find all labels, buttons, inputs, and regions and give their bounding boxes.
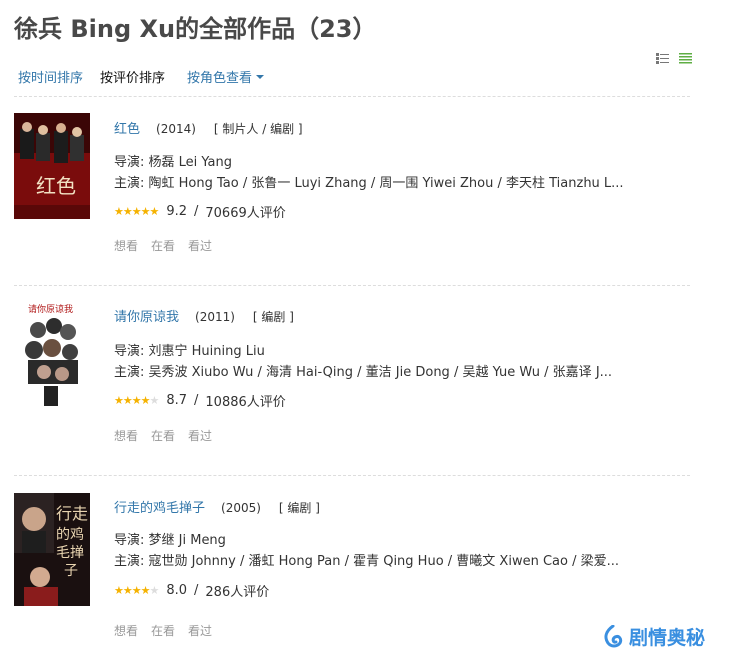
want-to-watch-button[interactable]: 想看 bbox=[114, 237, 138, 254]
rating-separator: / bbox=[194, 393, 199, 408]
work-actions: 想看 在看 看过 bbox=[114, 427, 212, 444]
rating-score: 8.0 bbox=[166, 583, 188, 598]
watched-button[interactable]: 看过 bbox=[188, 427, 212, 444]
work-roles: [ 编剧 ] bbox=[278, 501, 320, 515]
rating-separator: / bbox=[194, 583, 199, 598]
poster-image[interactable]: 请你原谅我 bbox=[14, 300, 90, 406]
want-to-watch-button[interactable]: 想看 bbox=[114, 427, 138, 444]
view-by-role-dropdown[interactable]: 按角色查看 bbox=[187, 67, 265, 86]
work-actions: 想看 在看 看过 bbox=[114, 622, 212, 639]
rating-score: 8.7 bbox=[166, 393, 188, 408]
sort-bar: 按时间排序 按评价排序 按角色查看 bbox=[18, 67, 265, 86]
poster-image[interactable]: 行走 的鸡 毛掸 子 bbox=[14, 493, 90, 606]
detail-view-icon[interactable] bbox=[679, 53, 692, 64]
divider bbox=[14, 96, 690, 97]
work-year: (2005) bbox=[221, 501, 261, 515]
work-title-link[interactable]: 行走的鸡毛掸子 bbox=[114, 501, 205, 516]
rating-separator: / bbox=[194, 204, 199, 219]
view-toggle bbox=[656, 53, 692, 64]
watched-button[interactable]: 看过 bbox=[188, 622, 212, 639]
watching-button[interactable]: 在看 bbox=[151, 427, 175, 444]
work-rating: ★★★★★ 8.7 / 10886人评价 bbox=[114, 391, 286, 410]
poster-image[interactable]: 红色 bbox=[14, 113, 90, 219]
work-title-line: 红色 (2014) [ 制片人 / 编剧 ] bbox=[114, 118, 303, 137]
watermark-text: 剧情奥秘 bbox=[629, 627, 706, 649]
work-director: 导演: 杨磊 Lei Yang bbox=[114, 155, 233, 170]
watching-button[interactable]: 在看 bbox=[151, 622, 175, 639]
rating-votes: 70669人评价 bbox=[205, 206, 286, 221]
svg-text:行走: 行走 bbox=[56, 504, 88, 523]
work-rating: ★★★★★ 8.0 / 286人评价 bbox=[114, 581, 269, 600]
rating-score: 9.2 bbox=[166, 204, 187, 219]
svg-text:的鸡: 的鸡 bbox=[56, 526, 84, 543]
work-roles: [ 制片人 / 编剧 ] bbox=[213, 122, 303, 136]
sort-by-rating-link[interactable]: 按评价排序 bbox=[100, 67, 165, 86]
rating-votes: 286人评价 bbox=[205, 585, 270, 600]
work-title-line: 请你原谅我 (2011) [ 编剧 ] bbox=[114, 306, 294, 325]
rating-votes: 10886人评价 bbox=[205, 395, 286, 410]
svg-text:请你原谅我: 请你原谅我 bbox=[28, 303, 73, 315]
caret-down-icon bbox=[256, 74, 265, 79]
svg-text:毛掸: 毛掸 bbox=[56, 545, 84, 561]
work-year: (2014) bbox=[156, 122, 196, 136]
work-cast: 主演: 寇世勋 Johnny / 潘虹 Hong Pan / 霍青 Qing H… bbox=[114, 554, 619, 569]
svg-text:子: 子 bbox=[64, 563, 78, 579]
divider bbox=[14, 285, 690, 286]
watching-button[interactable]: 在看 bbox=[151, 237, 175, 254]
watermark: 剧情奥秘 bbox=[602, 623, 705, 650]
work-director: 导演: 刘惠宁 Huining Liu bbox=[114, 344, 265, 359]
work-title-link[interactable]: 红色 bbox=[114, 122, 140, 137]
watched-button[interactable]: 看过 bbox=[188, 237, 212, 254]
divider bbox=[14, 475, 690, 476]
rating-stars-icon: ★★★★★ bbox=[114, 584, 159, 597]
rating-stars-icon: ★★★★★ bbox=[114, 205, 159, 218]
work-director: 导演: 梦继 Ji Meng bbox=[114, 533, 226, 548]
svg-text:红色: 红色 bbox=[36, 174, 76, 198]
work-actions: 想看 在看 看过 bbox=[114, 237, 212, 254]
work-roles: [ 编剧 ] bbox=[252, 310, 294, 324]
want-to-watch-button[interactable]: 想看 bbox=[114, 622, 138, 639]
work-title-link[interactable]: 请你原谅我 bbox=[114, 310, 179, 325]
work-title-line: 行走的鸡毛掸子 (2005) [ 编剧 ] bbox=[114, 497, 320, 516]
rating-stars-icon: ★★★★★ bbox=[114, 394, 159, 407]
watermark-logo-icon bbox=[604, 624, 623, 647]
view-by-role-label: 按角色查看 bbox=[187, 71, 253, 86]
work-cast: 主演: 陶虹 Hong Tao / 张鲁一 Luyi Zhang / 周一围 Y… bbox=[114, 176, 624, 191]
sort-by-time-link[interactable]: 按时间排序 bbox=[18, 67, 83, 86]
work-cast: 主演: 吴秀波 Xiubo Wu / 海清 Hai-Qing / 董洁 Jie … bbox=[114, 365, 613, 380]
work-year: (2011) bbox=[195, 310, 235, 324]
page-title: 徐兵 Bing Xu的全部作品（23） bbox=[14, 15, 377, 43]
work-rating: ★★★★★ 9.2 / 70669人评价 bbox=[114, 202, 286, 221]
list-view-icon[interactable] bbox=[656, 53, 669, 64]
